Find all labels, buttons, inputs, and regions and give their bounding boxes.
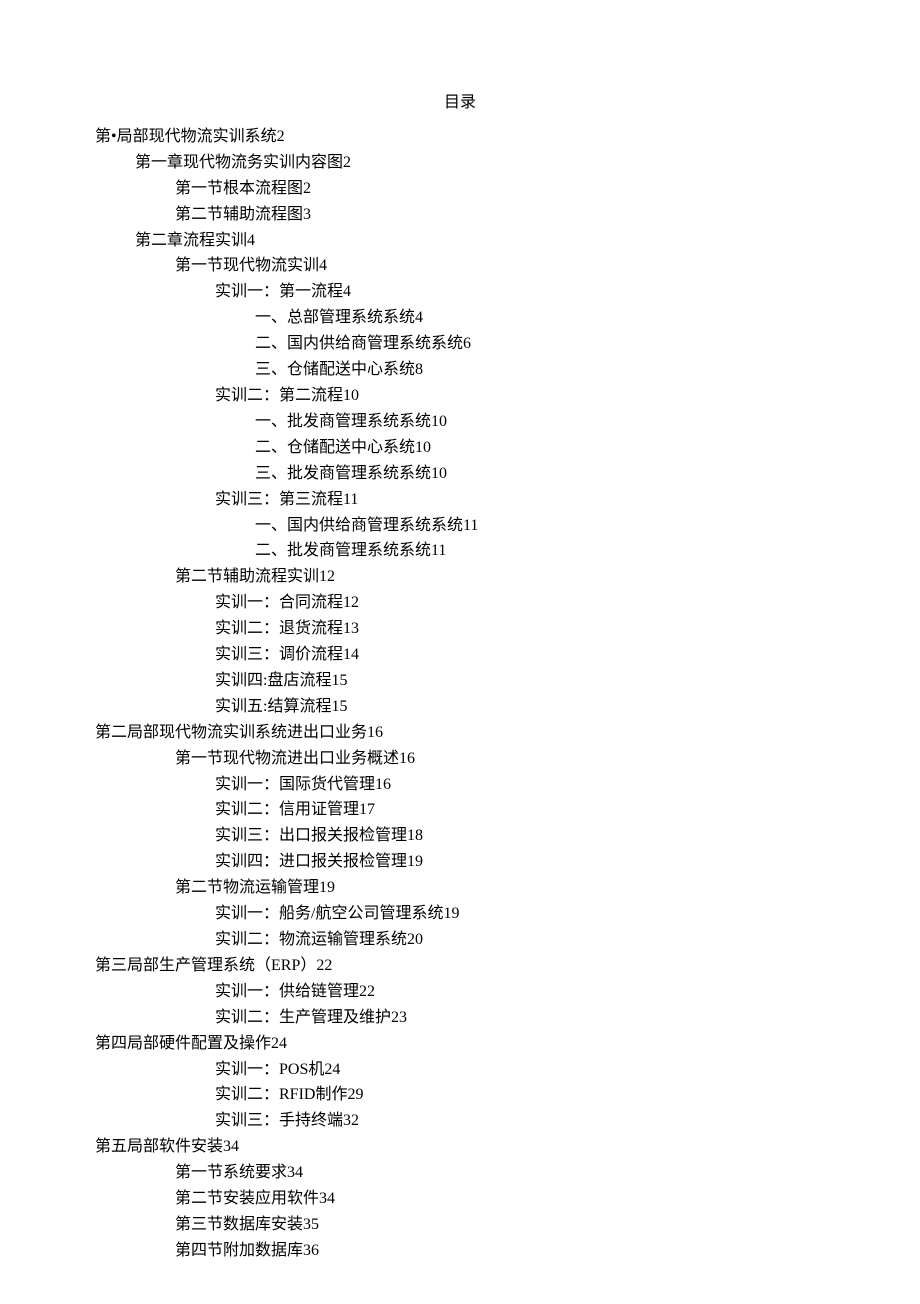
toc-entry: 一、国内供给商管理系统系统11 <box>95 513 825 539</box>
toc-entry: 实训二：物流运输管理系统20 <box>95 927 825 953</box>
toc-entry: 实训一：国际货代管理16 <box>95 772 825 798</box>
toc-entry: 实训四：进口报关报检管理19 <box>95 849 825 875</box>
toc-entry: 实训一：船务/航空公司管理系统19 <box>95 901 825 927</box>
toc-entry: 实训一：POS机24 <box>95 1057 825 1083</box>
toc-entry: 第一节根本流程图2 <box>95 176 825 202</box>
toc-entry: 实训二：生产管理及维护23 <box>95 1005 825 1031</box>
table-of-contents: 第•局部现代物流实训系统2第一章现代物流务实训内容图2第一节根本流程图2第二节辅… <box>95 124 825 1264</box>
toc-entry: 第二节安装应用软件34 <box>95 1186 825 1212</box>
toc-entry: 第一节现代物流实训4 <box>95 253 825 279</box>
toc-entry: 第•局部现代物流实训系统2 <box>95 124 825 150</box>
toc-entry: 第五局部软件安装34 <box>95 1134 825 1160</box>
toc-entry: 实训一：第一流程4 <box>95 279 825 305</box>
toc-entry: 实训一：供给链管理22 <box>95 979 825 1005</box>
toc-entry: 第二节物流运输管理19 <box>95 875 825 901</box>
toc-entry: 第一节现代物流进出口业务概述16 <box>95 746 825 772</box>
toc-entry: 一、总部管理系统系统4 <box>95 305 825 331</box>
toc-entry: 一、批发商管理系统系统10 <box>95 409 825 435</box>
toc-entry: 实训三：手持终端32 <box>95 1108 825 1134</box>
toc-entry: 第四局部硬件配置及操作24 <box>95 1031 825 1057</box>
toc-entry: 第二局部现代物流实训系统进出口业务16 <box>95 720 825 746</box>
toc-entry: 实训二：第二流程10 <box>95 383 825 409</box>
toc-entry: 三、仓储配送中心系统8 <box>95 357 825 383</box>
toc-entry: 实训四:盘店流程15 <box>95 668 825 694</box>
toc-entry: 第二节辅助流程图3 <box>95 202 825 228</box>
toc-entry: 第一节系统要求34 <box>95 1160 825 1186</box>
toc-entry: 实训二：信用证管理17 <box>95 797 825 823</box>
toc-entry: 第四节附加数据库36 <box>95 1238 825 1264</box>
toc-entry: 二、批发商管理系统系统11 <box>95 538 825 564</box>
toc-entry: 三、批发商管理系统系统10 <box>95 461 825 487</box>
document-title: 目录 <box>95 90 825 116</box>
toc-entry: 实训二：退货流程13 <box>95 616 825 642</box>
toc-entry: 第一章现代物流务实训内容图2 <box>95 150 825 176</box>
toc-entry: 第三局部生产管理系统（ERP）22 <box>95 953 825 979</box>
toc-entry: 第三节数据库安装35 <box>95 1212 825 1238</box>
toc-entry: 实训三：调价流程14 <box>95 642 825 668</box>
toc-entry: 二、仓储配送中心系统10 <box>95 435 825 461</box>
toc-entry: 实训五:结算流程15 <box>95 694 825 720</box>
toc-entry: 实训一：合同流程12 <box>95 590 825 616</box>
toc-entry: 第二章流程实训4 <box>95 228 825 254</box>
toc-entry: 实训三：第三流程11 <box>95 487 825 513</box>
toc-entry: 二、国内供给商管理系统系统6 <box>95 331 825 357</box>
toc-entry: 第二节辅助流程实训12 <box>95 564 825 590</box>
toc-entry: 实训三：出口报关报检管理18 <box>95 823 825 849</box>
toc-entry: 实训二：RFID制作29 <box>95 1082 825 1108</box>
